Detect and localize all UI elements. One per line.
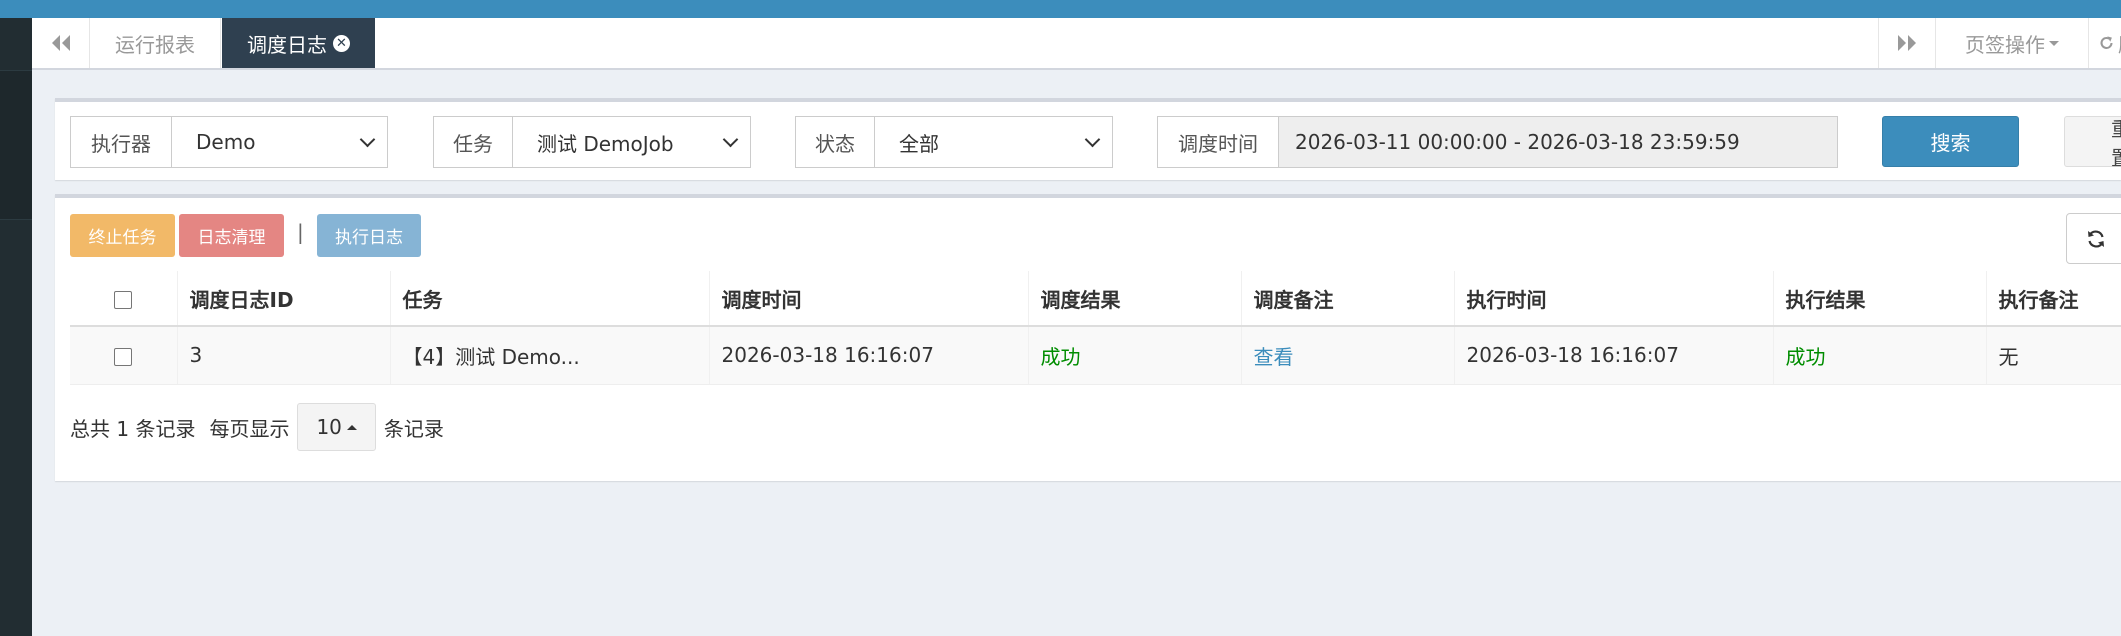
chevron-down-icon [359,131,376,147]
status-select[interactable]: 全部 [875,117,1112,167]
log-id-cell: 3 [177,326,391,385]
sidebar [0,18,32,636]
tab-label: 运行报表 [115,32,195,57]
table-header-row: 调度日志ID 任务 调度时间 调度结果 调度备注 执行时间 执行结果 执行备注 [70,271,2121,327]
close-circle-icon[interactable]: ✕ [333,34,350,52]
time-range-input[interactable]: 2026-03-11 00:00:00 - 2026-03-18 23:59:5… [1279,117,1837,167]
stop-job-button[interactable]: 终止任务 [70,214,175,257]
exec-note-cell: 无 [1986,326,2121,385]
row-checkbox[interactable] [114,347,133,366]
status-filter-label: 状态 [796,117,875,167]
page-ops-dropdown[interactable]: 页签操作 [1935,18,2088,68]
select-all-checkbox[interactable] [114,290,133,309]
page-size-value: 10 [316,415,342,439]
caret-up-icon [346,424,357,430]
records-unit-label: 条记录 [383,416,444,441]
executor-select-value: Demo [196,130,256,154]
trigger-note-link[interactable]: 查看 [1241,326,1455,385]
chevron-down-icon [1084,131,1101,147]
select-all-cell [70,271,178,327]
reset-button[interactable]: 重置 [2064,116,2121,170]
tab-refresh-button[interactable]: 刷新 [2088,18,2121,68]
job-cell: 【4】测试 Demo... [390,326,710,385]
pagination: 总共 1 条记录 每页显示 10 条记录 [70,402,444,452]
log-table: 调度日志ID 任务 调度时间 调度结果 调度备注 执行时间 执行结果 执行备注 … [70,271,2121,385]
table-row[interactable]: 3 【4】测试 Demo... 2026-03-18 16:16:07 成功 查… [70,326,2121,385]
sidebar-menu-item[interactable] [0,70,32,220]
tab-dispatch-log[interactable]: 调度日志 ✕ [222,18,375,68]
tab-scroll-right-button[interactable] [1878,18,1935,68]
trigger-result-cell: 成功 [1028,326,1242,385]
column-header[interactable]: 调度备注 [1241,271,1455,327]
row-select-cell [70,326,178,385]
status-select-value: 全部 [899,131,939,156]
column-header[interactable]: 调度结果 [1028,271,1242,327]
table-refresh-button[interactable] [2066,213,2121,264]
job-select-value: 测试 DemoJob [537,131,674,156]
executor-select[interactable]: Demo [172,117,387,167]
clear-log-button[interactable]: 日志清理 [179,214,284,257]
top-header-bar [0,0,2121,18]
column-header[interactable]: 执行备注 [1986,271,2121,327]
job-select[interactable]: 测试 DemoJob [513,117,750,167]
reset-label: 重置 [2111,113,2121,171]
column-header[interactable]: 任务 [390,271,710,327]
status-filter: 状态 全部 [795,116,1113,168]
trigger-time-cell: 2026-03-18 16:16:07 [709,326,1029,385]
exec-time-cell: 2026-03-18 16:16:07 [1454,326,1774,385]
page-ops-label: 页签操作 [1965,32,2045,57]
column-header[interactable]: 执行结果 [1773,271,1987,327]
refresh-icon [2088,230,2104,247]
tab-label: 调度日志 [247,32,327,57]
per-page-label: 每页显示 [209,416,290,441]
column-header[interactable]: 调度时间 [709,271,1029,327]
caret-down-icon [2049,40,2059,46]
time-filter: 调度时间 2026-03-11 00:00:00 - 2026-03-18 23… [1157,116,1838,168]
executor-filter-label: 执行器 [71,117,172,167]
toolbar-separator: | [297,220,304,244]
column-header[interactable]: 执行时间 [1454,271,1774,327]
tab-bar: 运行报表 调度日志 ✕ 页签操作 刷新 [32,18,2121,70]
chevron-down-icon [722,131,739,147]
column-header[interactable]: 调度日志ID [177,271,391,327]
job-filter-label: 任务 [434,117,513,167]
exec-result-cell: 成功 [1773,326,1987,385]
exec-log-button[interactable]: 执行日志 [317,214,421,257]
job-filter: 任务 测试 DemoJob [433,116,751,168]
refresh-icon [2100,36,2113,49]
page-size-dropdown[interactable]: 10 [297,403,376,451]
tab-scroll-left-button[interactable] [32,18,90,68]
time-filter-label: 调度时间 [1158,117,1279,167]
total-records-text: 总共 1 条记录 [70,416,196,441]
search-button[interactable]: 搜索 [1882,116,2019,167]
backward-icon [51,35,70,51]
executor-filter: 执行器 Demo [70,116,388,168]
forward-icon [1898,35,1916,51]
tab-run-report[interactable]: 运行报表 [90,18,221,68]
